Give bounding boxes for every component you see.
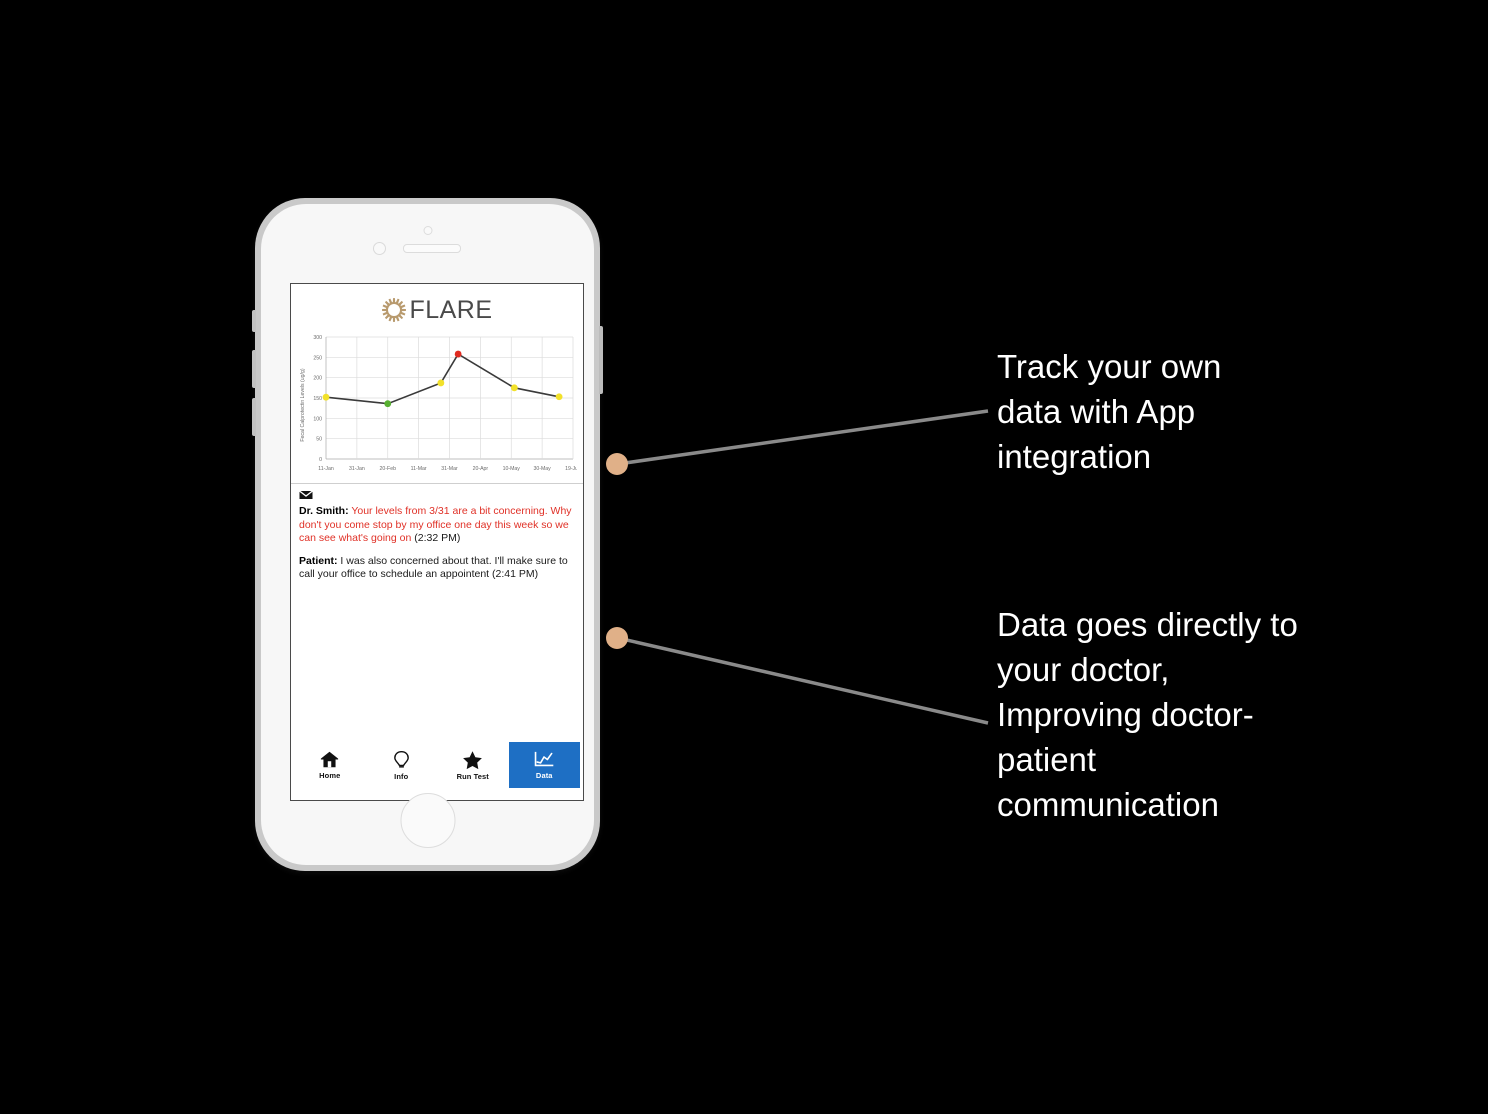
proximity-sensor-icon (423, 226, 432, 235)
star-icon (463, 750, 483, 769)
callout-label-track-data: Track your own data with App integration (997, 348, 1222, 475)
data-point-red (454, 350, 462, 358)
svg-text:31-Jan: 31-Jan (349, 466, 365, 472)
svg-text:31-Mar: 31-Mar (441, 466, 458, 472)
data-point-yellow (510, 384, 518, 392)
callout-line-1 (617, 409, 989, 466)
callout-connectors (606, 409, 989, 725)
message-patient: Patient: I was also concerned about that… (299, 555, 575, 582)
chart-gridlines (325, 336, 574, 460)
nav-tab-label: Info (394, 771, 409, 781)
callout-label-doctor-communication: Data goes directly to your doctor, Impro… (997, 606, 1298, 823)
envelope-icon (299, 490, 313, 499)
phone-mockup: FLARE Fecal Calprotectin Levels (ug/g) 3… (252, 198, 603, 871)
callout-line-2 (617, 636, 989, 725)
volume-down-button[interactable] (252, 398, 256, 436)
nav-tab-data[interactable]: Data (508, 742, 580, 788)
silent-switch-button[interactable] (252, 310, 256, 332)
volume-up-button[interactable] (252, 350, 256, 388)
lightbulb-icon (393, 750, 409, 768)
svg-text:20-Apr: 20-Apr (473, 466, 489, 472)
svg-text:100: 100 (313, 416, 322, 422)
nav-tab-label: Home (319, 771, 341, 780)
bottom-navigation-bar: Home Info Run Test Data (294, 742, 580, 788)
phone-screen: FLARE Fecal Calprotectin Levels (ug/g) 3… (290, 283, 584, 801)
svg-text:0: 0 (319, 457, 322, 463)
svg-text:200: 200 (313, 376, 322, 382)
svg-text:30-May: 30-May (533, 466, 551, 472)
message-timestamp: (2:32 PM) (411, 532, 461, 544)
svg-text:11-Jan: 11-Jan (318, 466, 334, 472)
svg-text:150: 150 (313, 396, 322, 402)
calprotectin-line-chart: Fecal Calprotectin Levels (ug/g) 300 250 2… (300, 335, 577, 472)
svg-text:300: 300 (313, 335, 322, 341)
app-title: FLARE (409, 295, 493, 324)
y-axis-title: Fecal Calprotectin Levels (ug/g) (300, 368, 306, 442)
data-point-yellow (322, 393, 330, 401)
power-button[interactable] (599, 326, 603, 394)
x-axis-tick-labels: 11-Jan 31-Jan 20-Feb 11-Mar 31-Mar 20-Apr 10-M… (318, 466, 577, 472)
nav-tab-run-test[interactable]: Run Test (437, 742, 509, 788)
message-sender: Dr. Smith: (299, 505, 349, 517)
front-camera-icon (373, 242, 386, 255)
svg-text:50: 50 (316, 437, 322, 443)
data-point-yellow (437, 379, 445, 387)
nav-tab-label: Data (535, 771, 553, 780)
nav-tab-label: Run Test (456, 771, 489, 781)
svg-text:250: 250 (313, 355, 322, 361)
y-axis-tick-labels: 300 250 200 150 100 50 0 (313, 335, 322, 463)
data-point-green (384, 400, 392, 408)
phone-body: FLARE Fecal Calprotectin Levels (ug/g) 3… (261, 204, 594, 865)
nav-tab-home[interactable]: Home (294, 742, 366, 788)
gear-sun-icon (382, 298, 407, 322)
callout-dot-1 (606, 453, 628, 475)
svg-text:19-Jun: 19-Jun (565, 466, 577, 472)
svg-text:10-May: 10-May (503, 466, 521, 472)
line-chart-icon (534, 751, 554, 767)
data-series-line (325, 352, 560, 405)
earpiece-speaker-icon (403, 244, 461, 253)
chart-panel: Fecal Calprotectin Levels (ug/g) 300 250 2… (291, 329, 583, 484)
svg-text:20-Feb: 20-Feb (380, 466, 397, 472)
message-doctor: Dr. Smith: Your levels from 3/31 are a b… (299, 505, 575, 546)
message-sender: Patient: (299, 554, 338, 567)
data-point-yellow (555, 393, 563, 401)
home-button-physical[interactable] (400, 793, 455, 848)
messages-panel: Dr. Smith: Your levels from 3/31 are a b… (291, 484, 583, 742)
nav-tab-info[interactable]: Info (366, 742, 438, 788)
callout-dot-2 (606, 627, 628, 649)
home-icon (321, 751, 339, 768)
message-timestamp: (2:41 PM) (489, 568, 539, 580)
app-header: FLARE (291, 284, 583, 329)
svg-text:11-Mar: 11-Mar (411, 466, 427, 472)
